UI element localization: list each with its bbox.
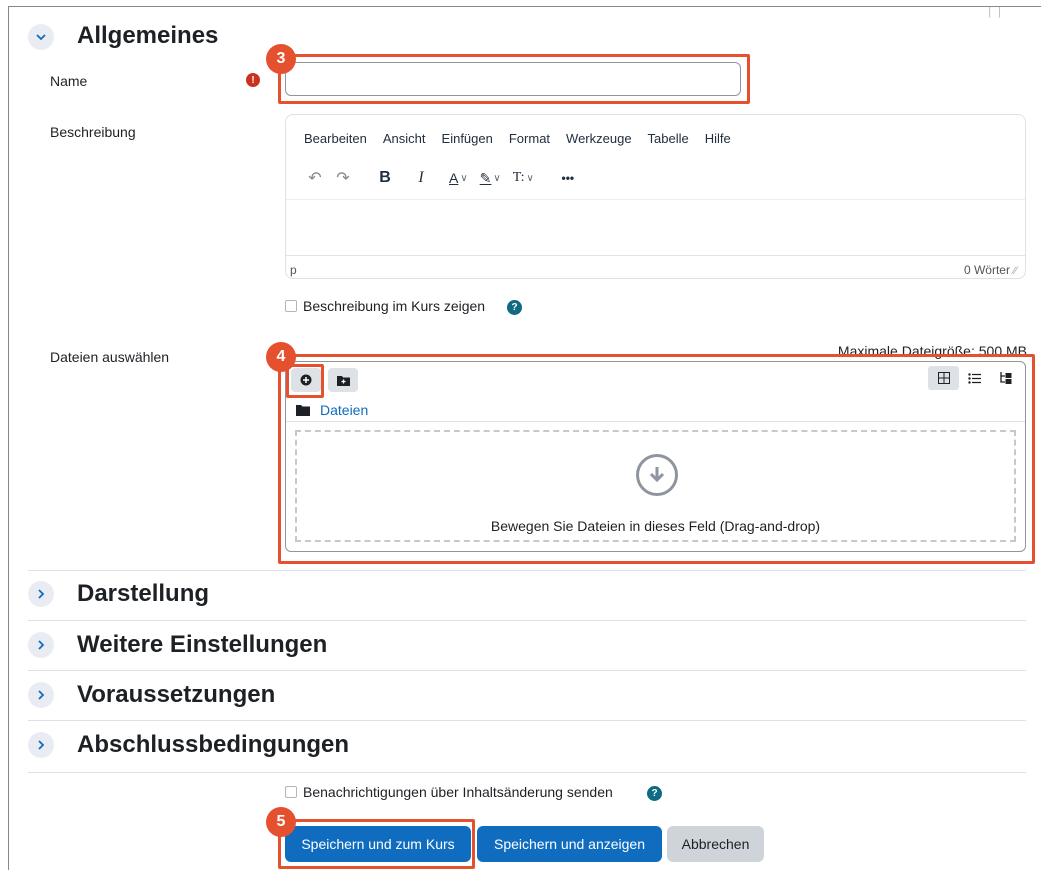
step-3-badge: 3	[266, 44, 296, 74]
notify-checkbox[interactable]	[285, 786, 297, 798]
editor-menu-tools[interactable]: Werkzeuge	[566, 131, 632, 146]
path-dateien-link[interactable]: Dateien	[320, 402, 368, 418]
section-restrictions-title[interactable]: Voraussetzungen	[77, 681, 275, 709]
text-size-button[interactable]: T: ∨	[510, 165, 537, 191]
help-icon[interactable]: ?	[507, 300, 522, 315]
section-completion-title[interactable]: Abschlussbedingungen	[77, 731, 349, 759]
save-and-return-button[interactable]: Speichern und zum Kurs	[285, 826, 471, 862]
editor-word-count: 0 Wörter ⁄⁄	[964, 263, 1017, 277]
create-folder-button[interactable]	[328, 368, 358, 392]
file-manager: Dateien Bewegen Sie Dateien in dieses Fe…	[285, 361, 1026, 552]
view-tree-button[interactable]	[990, 366, 1021, 390]
chevron-down-icon: ∨	[526, 172, 534, 184]
section-divider	[28, 620, 1026, 621]
editor-statusbar: p 0 Wörter ⁄⁄	[286, 255, 1025, 278]
download-icon	[636, 454, 678, 496]
view-switcher	[928, 366, 1021, 390]
save-and-display-button[interactable]: Speichern und anzeigen	[477, 826, 662, 862]
cancel-button[interactable]: Abbrechen	[667, 826, 764, 862]
editor-toolbar: ↶ ↷ B I A ∨ ✎ ∨ T: ∨ •••	[304, 165, 579, 191]
description-label: Beschreibung	[50, 124, 136, 140]
file-path-breadcrumb: Dateien	[296, 402, 368, 418]
page-frame-top	[8, 6, 1041, 7]
section-more-settings-title[interactable]: Weitere Einstellungen	[77, 631, 327, 659]
editor-menu-insert[interactable]: Einfügen	[442, 131, 493, 146]
file-manager-divider	[286, 421, 1025, 422]
bold-button[interactable]: B	[374, 165, 396, 191]
add-file-button[interactable]	[291, 368, 321, 392]
section-restrictions-chevron-right-icon[interactable]	[28, 682, 54, 708]
section-appearance-chevron-right-icon[interactable]	[28, 581, 54, 607]
editor-menu-format[interactable]: Format	[509, 131, 550, 146]
name-label: Name	[50, 73, 88, 89]
italic-button[interactable]: I	[410, 165, 432, 191]
folder-icon	[296, 404, 310, 416]
editor-menu-table[interactable]: Tabelle	[648, 131, 689, 146]
highlight-color-button[interactable]: ✎ ∨	[477, 165, 504, 191]
editor-menu-help[interactable]: Hilfe	[705, 131, 731, 146]
add-circle-icon	[300, 374, 312, 386]
help-icon[interactable]: ?	[647, 786, 662, 801]
more-icon[interactable]: •••	[557, 165, 579, 191]
section-divider	[28, 772, 1026, 773]
redo-icon[interactable]: ↷	[332, 165, 354, 191]
section-divider	[28, 720, 1026, 721]
required-icon: !	[246, 73, 260, 87]
list-icon	[968, 372, 981, 384]
text-color-button[interactable]: A ∨	[446, 165, 471, 191]
highlighter-icon: ✎	[479, 169, 492, 186]
editor-content-area[interactable]	[286, 199, 1025, 255]
page-frame-left	[8, 6, 9, 870]
dropzone-text: Bewegen Sie Dateien in dieses Feld (Drag…	[490, 518, 821, 534]
section-general-chevron-down-icon[interactable]	[28, 24, 54, 50]
chevron-down-icon: ∨	[493, 172, 501, 184]
corner-ticks: | |	[988, 6, 1003, 18]
text-color-icon: A	[449, 170, 459, 186]
word-count-text: 0 Wörter	[963, 263, 1010, 277]
section-more-settings-chevron-right-icon[interactable]	[28, 632, 54, 658]
chevron-down-icon: ∨	[460, 172, 468, 184]
section-general-title[interactable]: Allgemeines	[77, 22, 218, 50]
section-divider	[28, 570, 1026, 571]
files-label: Dateien auswählen	[50, 349, 170, 365]
section-divider	[28, 670, 1026, 671]
view-list-button[interactable]	[959, 366, 990, 390]
editor-menubar: Bearbeiten Ansicht Einfügen Format Werkz…	[304, 131, 731, 146]
editor-element-path[interactable]: p	[290, 263, 297, 277]
resize-handle-icon[interactable]: ⁄⁄	[1013, 265, 1017, 277]
file-dropzone[interactable]: Bewegen Sie Dateien in dieses Feld (Drag…	[295, 430, 1016, 542]
tree-icon	[1000, 372, 1012, 384]
section-completion-chevron-right-icon[interactable]	[28, 732, 54, 758]
description-editor[interactable]: Bearbeiten Ansicht Einfügen Format Werkz…	[285, 114, 1026, 279]
undo-icon[interactable]: ↶	[304, 165, 326, 191]
text-size-icon: T:	[512, 170, 525, 185]
show-description-checkbox[interactable]	[285, 300, 297, 312]
folder-plus-icon	[336, 375, 350, 386]
step-5-badge: 5	[266, 807, 296, 837]
editor-menu-view[interactable]: Ansicht	[383, 131, 426, 146]
section-appearance-title[interactable]: Darstellung	[77, 580, 209, 608]
view-icons-button[interactable]	[928, 366, 959, 390]
grid-icon	[937, 372, 950, 384]
max-file-size: Maximale Dateigröße: 500 MB	[837, 343, 1027, 359]
name-input[interactable]	[285, 62, 741, 96]
step-4-badge: 4	[266, 342, 296, 372]
editor-menu-edit[interactable]: Bearbeiten	[304, 131, 367, 146]
show-description-label: Beschreibung im Kurs zeigen	[303, 298, 486, 314]
notify-label: Benachrichtigungen über Inhaltsänderung …	[303, 784, 613, 800]
